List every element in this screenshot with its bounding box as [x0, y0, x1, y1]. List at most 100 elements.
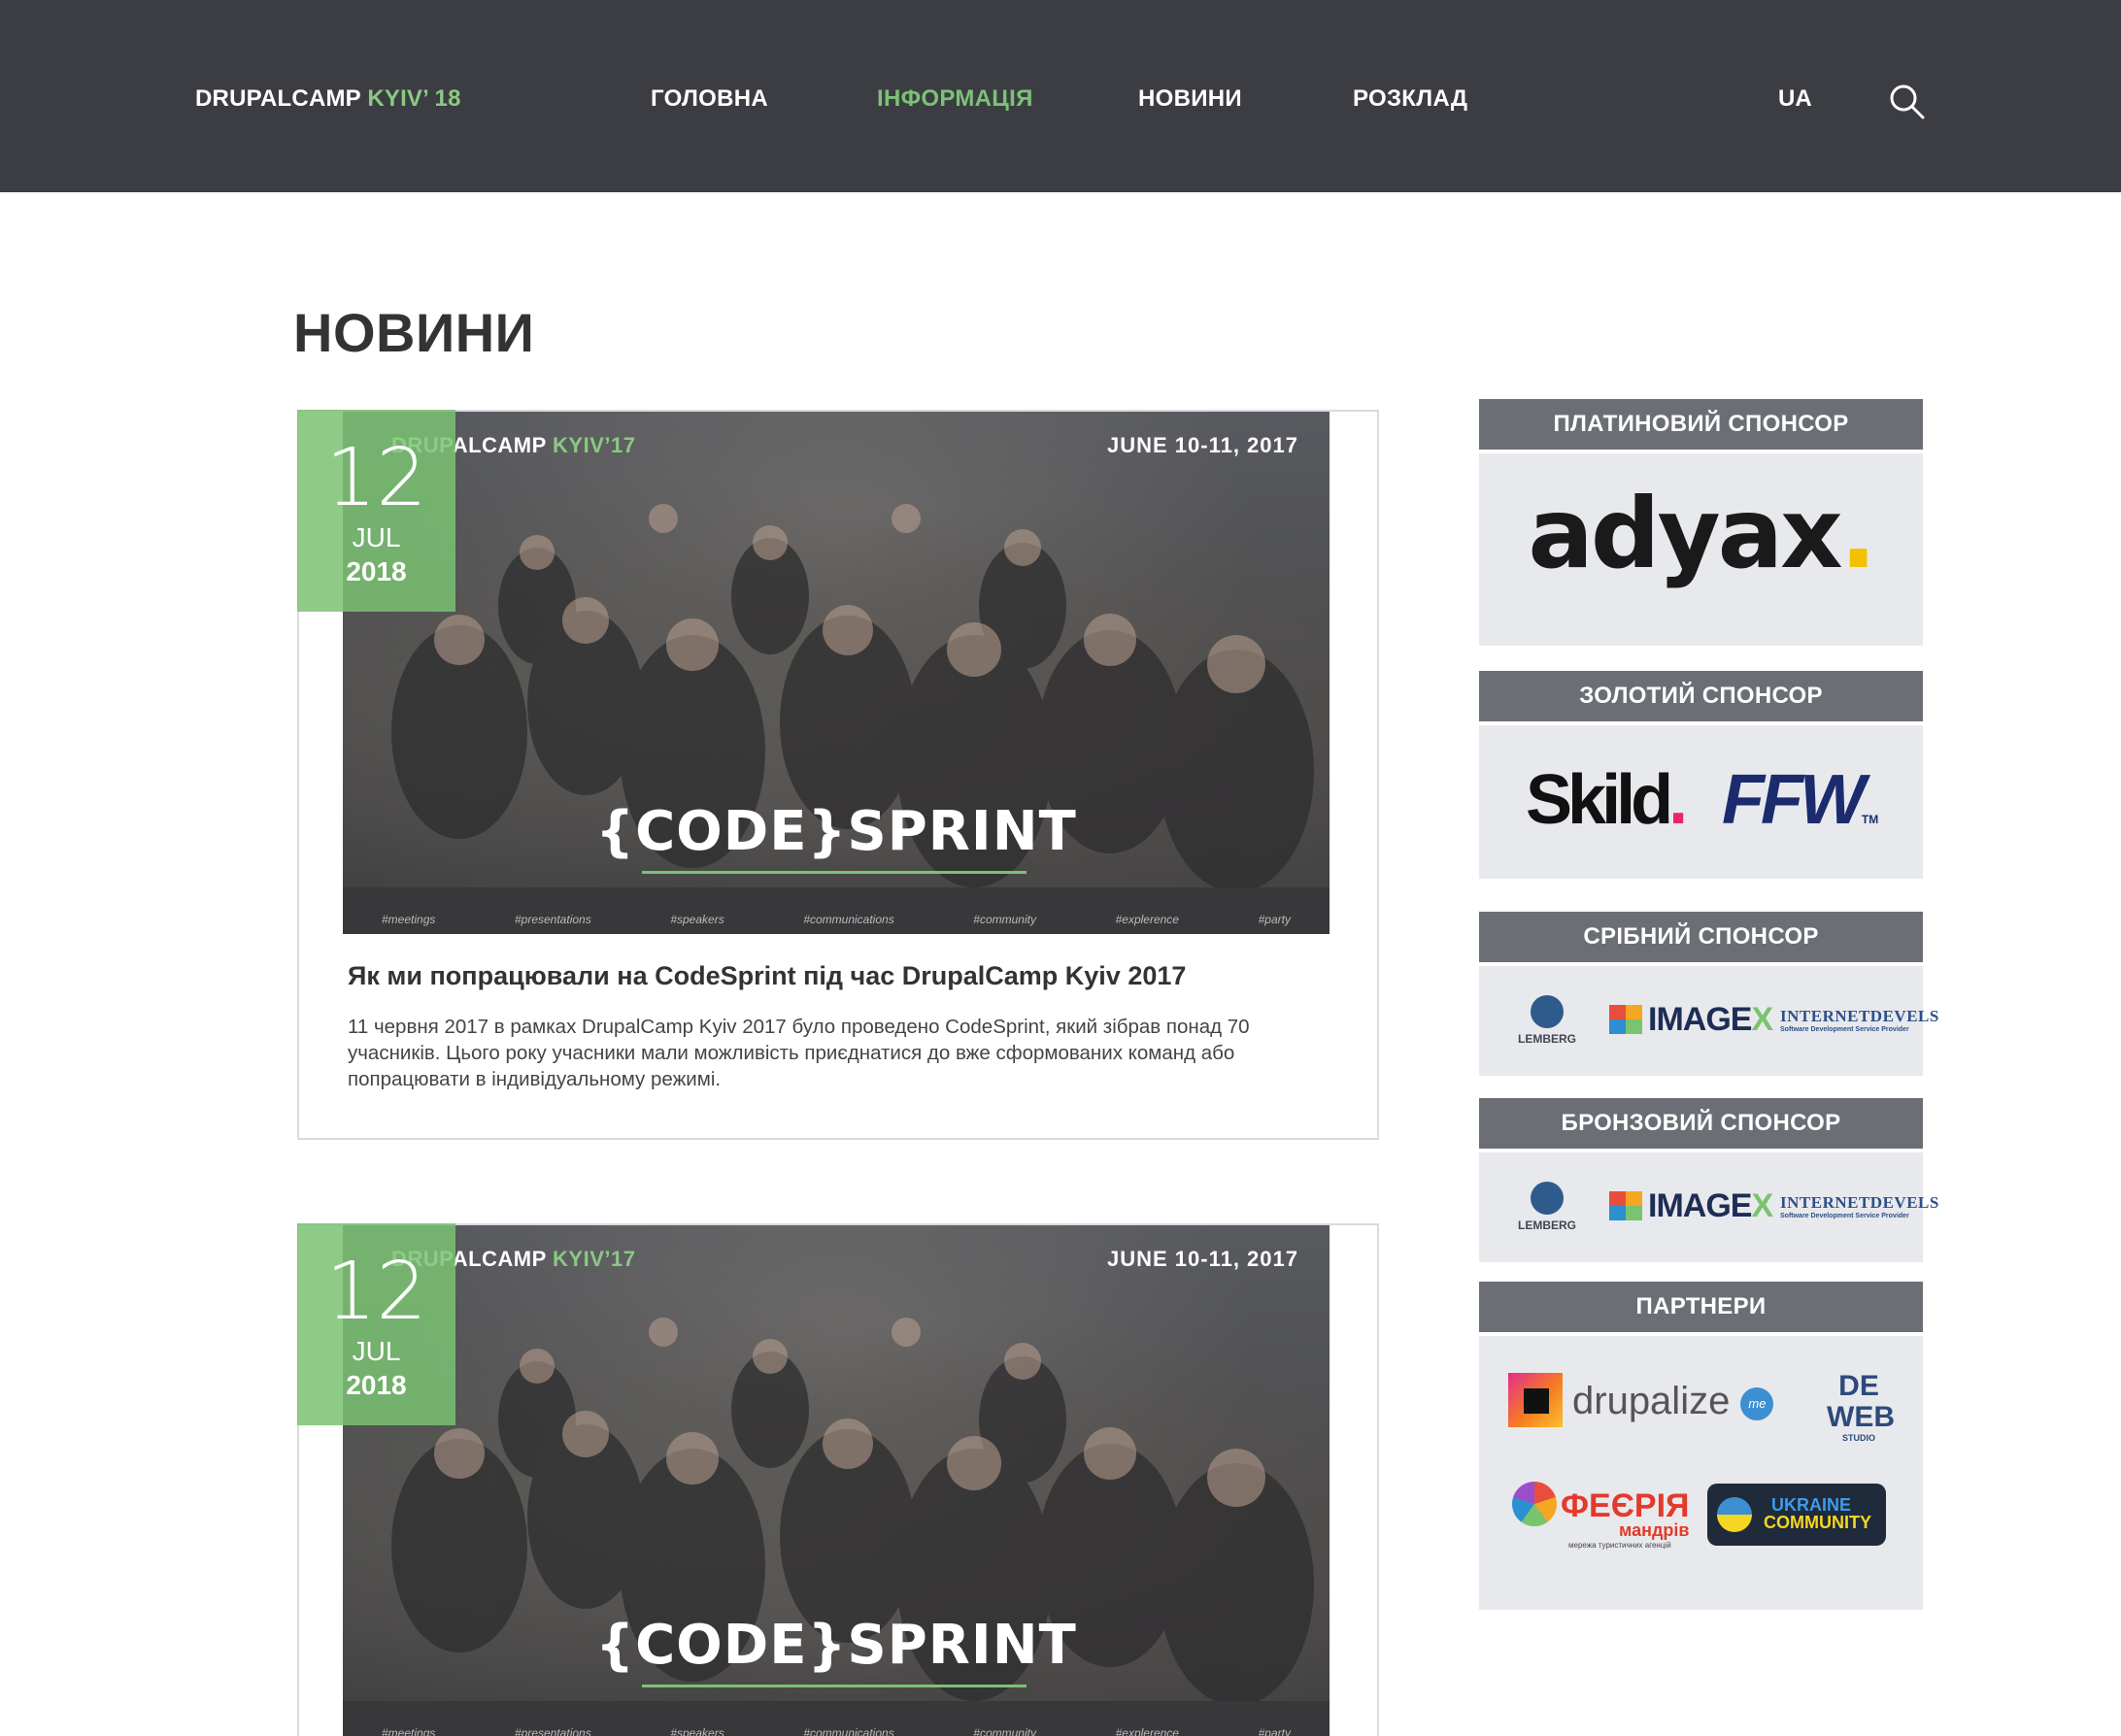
date-month: JUL [352, 522, 401, 552]
imagex-logo-x: X [1751, 1001, 1773, 1038]
image-brand-accent: KYIV’17 [553, 433, 636, 457]
date-badge: 12 JUL 2018 [297, 1223, 455, 1425]
adyax-logo-dot: . [1839, 477, 1877, 590]
image-tag: #community [973, 913, 1036, 926]
drupal-drop-icon [1717, 1497, 1752, 1532]
image-headline: {CODE}SPRINT [595, 800, 1077, 863]
date-year: 2018 [346, 556, 407, 586]
gold-sponsor-logos: Skild. FFWTM [1479, 725, 1923, 879]
skilld-logo[interactable]: Skild. [1526, 760, 1688, 840]
feeria-logo[interactable]: ФЕЄРІЯ мандрів мережа туристичних агенцій [1512, 1482, 1689, 1550]
gold-sponsor-heading: ЗОЛОТИЙ СПОНСОР [1479, 671, 1923, 721]
feeria-logo-sub: мандрів [1619, 1520, 1690, 1540]
drupalize-logo-text: drupalize [1572, 1380, 1731, 1422]
platinum-sponsor-heading: ПЛАТИНОВИЙ СПОНСОР [1479, 399, 1923, 450]
ukraine-community-line2: COMMUNITY [1764, 1513, 1871, 1532]
ffw-logo[interactable]: FFWTM [1722, 760, 1878, 840]
imagex-logo-x: X [1751, 1187, 1773, 1224]
partners-heading: ПАРТНЕРИ [1479, 1282, 1923, 1332]
nav-item-home[interactable]: ГОЛОВНА [651, 85, 768, 113]
platinum-sponsor-logos: adyax. [1479, 453, 1923, 646]
top-navigation-bar: DRUPALCAMP KYIV’ 18 ГОЛОВНА ІНФОРМАЦІЯ Н… [0, 0, 2121, 192]
ffw-trademark: TM [1861, 813, 1879, 826]
date-year: 2018 [346, 1370, 407, 1400]
platinum-sponsor-block: ПЛАТИНОВИЙ СПОНСОР adyax. [1479, 399, 1923, 646]
nav-item-info[interactable]: ІНФОРМАЦІЯ [877, 85, 1033, 113]
lemberg-mark-icon [1531, 995, 1564, 1028]
date-badge: 12 JUL 2018 [297, 410, 455, 612]
internetdevels-logo[interactable]: INTERNETDEVELS Software Development Servi… [1780, 1007, 1939, 1033]
feeria-logo-text: ФЕЄРІЯ [1561, 1487, 1690, 1524]
image-dates: JUNE 10-11, 2017 [1106, 1247, 1298, 1271]
imagex-logo[interactable]: IMAGEX [1609, 1001, 1773, 1039]
search-icon[interactable] [1889, 83, 1926, 120]
image-dates: JUNE 10-11, 2017 [1106, 433, 1298, 457]
imagex-mark-icon [1609, 1005, 1642, 1034]
bronze-sponsor-logos: LEMBERG IMAGEX INTERNETDEVELS Software De… [1479, 1152, 1938, 1262]
date-day: 12 [325, 432, 427, 524]
image-tags: #meetings #presentations #speakers #comm… [382, 1726, 1291, 1736]
ffw-logo-text: FFW [1722, 761, 1866, 839]
internetdevels-logo-text: INTERNETDEVELS [1780, 1007, 1939, 1025]
internetdevels-logo-text: INTERNETDEVELS [1780, 1193, 1939, 1212]
news-image[interactable]: DRUPALCAMP KYIV’17 JUNE 10-11, 2017 {COD… [343, 1225, 1330, 1736]
date-day: 12 [325, 1246, 427, 1338]
site-logo[interactable]: DRUPALCAMP KYIV’ 18 [195, 85, 461, 113]
adyax-logo[interactable]: adyax. [1479, 477, 1923, 590]
image-tag: #meetings [382, 913, 436, 926]
feeria-globe-icon [1512, 1482, 1557, 1526]
image-tag: #communications [803, 913, 894, 926]
nav-item-news[interactable]: НОВИНИ [1138, 85, 1242, 113]
adyax-logo-text: adyax [1528, 477, 1842, 590]
news-card[interactable]: DRUPALCAMP KYIV’17 JUNE 10-11, 2017 {COD… [297, 1223, 1379, 1736]
image-tag: #explerence [1115, 1726, 1179, 1736]
news-excerpt: 11 червня 2017 в рамках DrupalCamp Kyiv … [348, 1016, 1250, 1090]
imagex-logo[interactable]: IMAGEX [1609, 1187, 1773, 1225]
internetdevels-tagline: Software Development Service Provider [1780, 1213, 1909, 1219]
image-tag: #speakers [670, 913, 724, 926]
page-title: НОВИНИ [293, 302, 535, 363]
date-month: JUL [352, 1336, 401, 1366]
imagex-logo-text: IMAGE [1648, 1001, 1752, 1038]
image-tag: #explerence [1115, 913, 1179, 926]
gold-sponsor-block: ЗОЛОТИЙ СПОНСОР Skild. FFWTM [1479, 671, 1923, 879]
deweb-logo-studio: STUDIO [1841, 1433, 1875, 1443]
feeria-tagline: мережа туристичних агенцій [1568, 1541, 1671, 1550]
partners-logos: drupalize me DE WEB STUDIO ФЕЄРІЯ мандрів ме… [1479, 1336, 1923, 1610]
skilld-logo-dot: . [1668, 761, 1688, 839]
lemberg-logo-text: LEMBERG [1518, 1032, 1576, 1046]
lemberg-logo[interactable]: LEMBERG [1508, 1182, 1586, 1232]
image-tag: #party [1258, 913, 1291, 926]
news-title[interactable]: Як ми попрацювали на CodeSprint під час … [348, 961, 1186, 991]
headline-underline [642, 871, 1027, 874]
image-tags: #meetings #presentations #speakers #comm… [382, 913, 1291, 926]
headline-underline [642, 1685, 1027, 1687]
silver-sponsor-logos: LEMBERG IMAGEX INTERNETDEVELS Software De… [1479, 966, 1938, 1076]
news-card[interactable]: DRUPALCAMP KYIV’17 JUNE 10-11, 2017 {COD… [297, 410, 1379, 1140]
lemberg-logo[interactable]: LEMBERG [1508, 995, 1586, 1046]
internetdevels-logo[interactable]: INTERNETDEVELS Software Development Servi… [1780, 1193, 1939, 1219]
image-tag: #presentations [514, 1726, 591, 1736]
deweb-logo-bottom: WEB [1827, 1401, 1895, 1433]
image-tag: #party [1258, 1726, 1291, 1736]
image-headline: {CODE}SPRINT [595, 1614, 1077, 1677]
image-brand-accent: KYIV’17 [553, 1247, 636, 1271]
logo-main-text: DRUPALCAMP [195, 85, 361, 112]
silver-sponsor-heading: СРІБНИЙ СПОНСОР [1479, 912, 1923, 962]
language-switcher[interactable]: UA [1778, 85, 1812, 113]
ukraine-community-logo[interactable]: UKRAINE COMMUNITY [1707, 1484, 1886, 1546]
internetdevels-tagline: Software Development Service Provider [1780, 1026, 1909, 1033]
image-tag: #presentations [514, 913, 591, 926]
nav-item-schedule[interactable]: РОЗКЛАД [1353, 85, 1467, 113]
image-tag: #communications [803, 1726, 894, 1736]
deweb-logo[interactable]: DE WEB STUDIO [1827, 1370, 1895, 1444]
image-tag: #meetings [382, 1726, 436, 1736]
lemberg-mark-icon [1531, 1182, 1564, 1215]
skilld-logo-text: Skild [1526, 761, 1673, 839]
deweb-logo-top: DE [1838, 1370, 1879, 1402]
drupalize-logo[interactable]: drupalize me [1508, 1373, 1774, 1427]
jetbrains-mark-icon [1508, 1373, 1563, 1427]
drupalize-me-badge: me [1740, 1387, 1774, 1420]
logo-accent-text: KYIV’ 18 [367, 85, 461, 112]
news-image[interactable]: DRUPALCAMP KYIV’17 JUNE 10-11, 2017 {COD… [343, 412, 1330, 934]
